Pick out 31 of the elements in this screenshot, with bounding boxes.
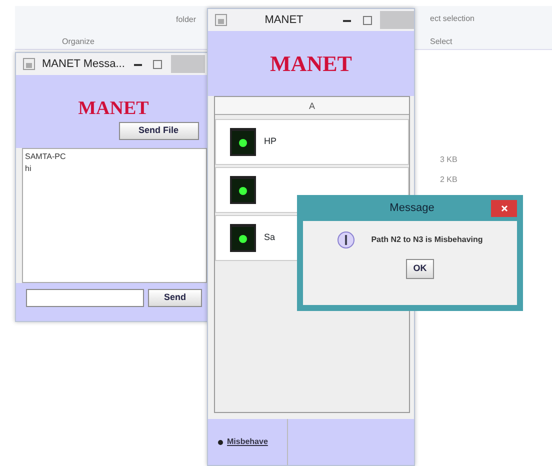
ribbon-label: Organize <box>62 36 94 48</box>
node-label: HP <box>264 135 277 148</box>
node-icon <box>230 176 256 204</box>
app-heading: MANET <box>270 50 352 78</box>
info-icon <box>337 231 356 249</box>
ok-button[interactable]: OK <box>406 259 434 279</box>
node-icon <box>230 224 256 252</box>
ribbon-label: ect selection <box>430 13 474 25</box>
column-header: A <box>215 97 409 115</box>
send-file-button[interactable]: Send File <box>118 122 198 140</box>
send-button[interactable]: Send <box>148 289 202 307</box>
dialog-title: Message <box>388 200 436 216</box>
close-button[interactable] <box>491 200 517 216</box>
window-title: MANET <box>264 12 304 28</box>
ribbon-label: Select <box>430 36 452 48</box>
node-label: Sa <box>264 231 276 244</box>
app-icon <box>214 13 228 27</box>
dialog-message: Path N2 to N3 is Misbehaving <box>371 234 483 246</box>
message-text: SAMTA-PC <box>25 151 67 163</box>
file-size: 2 KB <box>440 174 458 186</box>
file-size: 3 KB <box>440 154 458 166</box>
maximize-icon[interactable] <box>150 57 165 71</box>
app-heading: MANET <box>78 99 149 118</box>
maximize-icon[interactable] <box>360 13 374 27</box>
message-text: hi <box>25 163 32 175</box>
app-icon <box>22 57 36 71</box>
message-input[interactable] <box>26 289 144 307</box>
window-title: MANET Messa... <box>42 56 125 72</box>
node-icon <box>230 128 256 156</box>
ribbon-label: folder <box>176 14 196 26</box>
close-icon <box>500 204 508 212</box>
